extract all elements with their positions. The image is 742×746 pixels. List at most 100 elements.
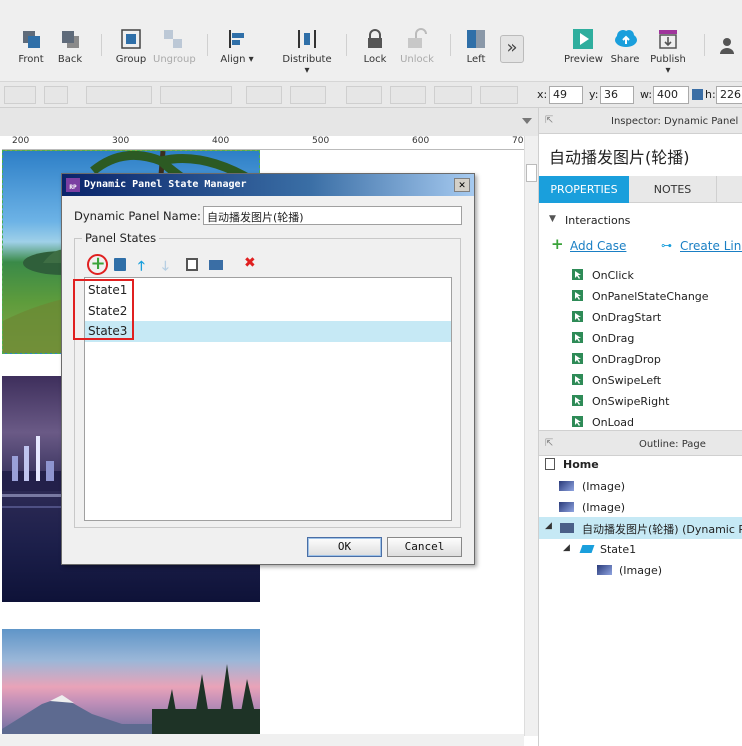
delete-state-icon[interactable]: ✖ (244, 255, 256, 271)
chevron-down-icon[interactable]: ◢ (563, 543, 570, 553)
event-item[interactable]: OnDrag (572, 332, 634, 345)
publish-button[interactable]: Publish ▾ (648, 28, 688, 76)
back-button[interactable]: Back (55, 28, 85, 65)
canvas-image-mountain[interactable] (2, 629, 260, 734)
front-button[interactable]: Front (16, 28, 46, 65)
font-color-dropdown[interactable] (4, 86, 36, 104)
outline-home[interactable]: Home (563, 458, 599, 471)
state-item[interactable]: State2 (85, 301, 451, 322)
left-panel-icon (465, 28, 487, 50)
event-item[interactable]: OnPanelStateChange (572, 290, 709, 303)
dialog-title-bar[interactable]: RP Dynamic Panel State Manager ✕ (62, 174, 474, 196)
main-toolbar: Front Back Group Ungroup Align ▾ Distrib… (0, 0, 742, 82)
outline-header: ⇱ Outline: Page (539, 430, 742, 456)
move-down-icon[interactable]: 🡓 (162, 257, 169, 279)
event-item[interactable]: OnDragStart (572, 311, 661, 324)
scroll-thumb[interactable] (526, 164, 537, 182)
arrow-style-dropdown[interactable] (480, 86, 518, 104)
h-label: h: (705, 88, 716, 101)
ruler-tick: 400 (212, 136, 230, 146)
y-field[interactable]: 36 (600, 86, 634, 104)
edit-state-icon[interactable] (186, 258, 198, 271)
canvas-vertical-scrollbar[interactable] (524, 136, 538, 736)
toolbar-divider (704, 34, 705, 56)
event-item[interactable]: OnLoad (572, 416, 634, 429)
tab-properties[interactable]: PROPERTIES (539, 176, 629, 203)
distribute-icon (296, 28, 318, 50)
outline-item-image[interactable]: (Image) (582, 501, 625, 514)
event-item[interactable]: OnSwipeRight (572, 395, 669, 408)
x-field[interactable]: 49 (549, 86, 583, 104)
border-width-dropdown[interactable] (390, 86, 426, 104)
collapse-icon[interactable]: ⇱ (545, 115, 553, 126)
widget-name[interactable]: 自动播发图片(轮播) (549, 144, 690, 168)
panel-states-label: Panel States (82, 231, 160, 245)
publish-icon (657, 28, 679, 50)
text-style-button[interactable] (44, 86, 68, 104)
ungroup-icon (162, 28, 184, 50)
create-link-link[interactable]: Create Link (680, 239, 742, 253)
preview-button[interactable]: Preview (564, 28, 603, 65)
panel-name-input[interactable]: 自动播发图片(轮播) (203, 206, 462, 225)
event-item[interactable]: OnClick (572, 269, 634, 282)
add-state-icon[interactable]: + (90, 255, 106, 273)
w-field[interactable]: 400 (653, 86, 689, 104)
collapse-icon[interactable]: ⇱ (545, 438, 553, 449)
edit-all-states-icon[interactable] (209, 260, 223, 270)
event-item[interactable]: OnDragDrop (572, 353, 661, 366)
outline-state-image[interactable]: (Image) (619, 564, 662, 577)
outline-item-image[interactable]: (Image) (582, 480, 625, 493)
duplicate-state-icon[interactable] (114, 258, 126, 271)
send-back-icon (59, 28, 81, 50)
ok-button[interactable]: OK (307, 537, 382, 557)
state-item[interactable]: State1 (85, 280, 451, 301)
format-toolbar: x: 49 y: 36 w: 400 h: 226 (0, 82, 742, 108)
text-align-buttons[interactable] (86, 86, 152, 104)
ungroup-button[interactable]: Ungroup (153, 28, 196, 65)
event-cursor-icon (572, 353, 583, 364)
dynamic-panel-icon (560, 523, 574, 533)
fill-color-dropdown[interactable] (246, 86, 282, 104)
border-color-dropdown[interactable] (346, 86, 382, 104)
more-tools-button[interactable]: » (500, 35, 524, 63)
border-style-dropdown[interactable] (434, 86, 472, 104)
state-item-selected[interactable]: State3 (85, 321, 451, 342)
bring-front-icon (20, 28, 42, 50)
h-field[interactable]: 226 (716, 86, 742, 104)
unlock-button[interactable]: Unlock (400, 28, 434, 65)
share-button[interactable]: Share (610, 28, 640, 65)
lock-ratio-icon[interactable] (692, 89, 703, 100)
shadow-dropdown[interactable] (290, 86, 326, 104)
outline-state[interactable]: State1 (600, 543, 636, 556)
add-case-link[interactable]: Add Case (570, 239, 626, 253)
tab-notes[interactable]: NOTES (629, 176, 717, 203)
tabs-dropdown-icon[interactable] (522, 118, 532, 124)
left-button[interactable]: Left (463, 28, 489, 65)
y-label: y: (589, 88, 599, 101)
move-up-icon[interactable]: 🡑 (138, 257, 145, 279)
toolbar-divider (207, 34, 208, 56)
group-button[interactable]: Group (114, 28, 148, 65)
x-label: x: (537, 88, 548, 101)
canvas-horizontal-scrollbar[interactable] (0, 734, 524, 746)
distribute-button[interactable]: Distribute ▾ (282, 28, 332, 76)
states-list[interactable]: State1 State2 State3 (84, 277, 452, 521)
interactions-label: Interactions (565, 214, 631, 227)
vertical-align-buttons[interactable] (160, 86, 232, 104)
cancel-button[interactable]: Cancel (387, 537, 462, 557)
toolbar-divider (101, 34, 102, 56)
close-icon[interactable]: ✕ (454, 178, 470, 192)
lock-button[interactable]: Lock (362, 28, 388, 65)
lock-icon (364, 28, 386, 50)
event-cursor-icon (572, 395, 583, 406)
add-case-icon[interactable]: + (551, 237, 564, 252)
chevron-down-icon[interactable]: ◢ (545, 521, 552, 531)
align-button[interactable]: Align ▾ (220, 28, 254, 65)
event-item[interactable]: OnSwipeLeft (572, 374, 661, 387)
user-icon[interactable] (718, 36, 736, 56)
image-icon (559, 481, 574, 491)
ruler-tick: 200 (12, 136, 30, 146)
inspector-header: ⇱ Inspector: Dynamic Panel (539, 108, 742, 134)
panel-state-manager-dialog: RP Dynamic Panel State Manager ✕ Dynamic… (61, 173, 475, 565)
chevron-down-icon[interactable]: ▼ (549, 214, 556, 224)
